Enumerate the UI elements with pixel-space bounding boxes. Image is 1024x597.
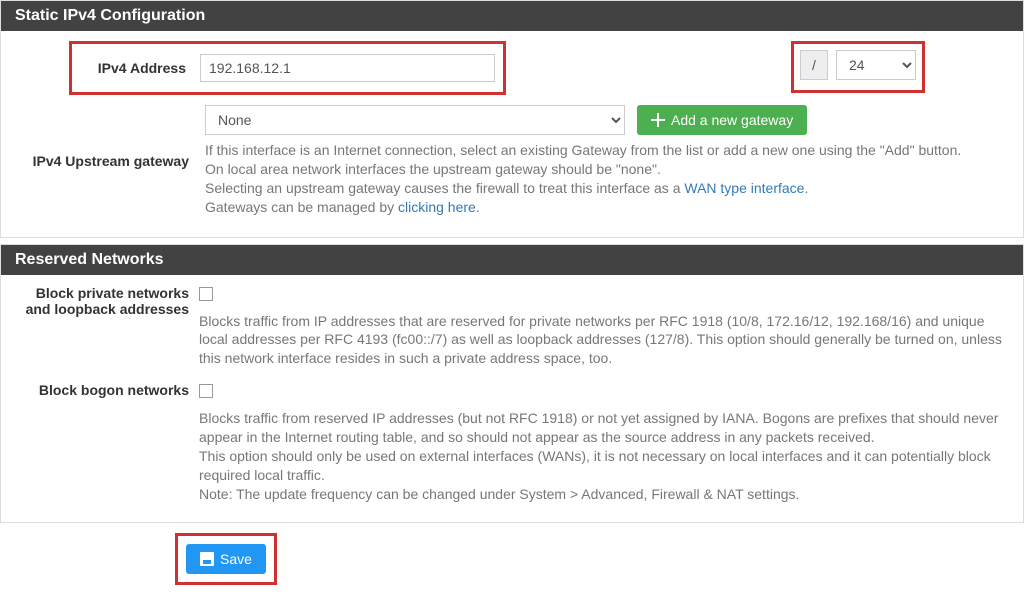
gateway-help-line1: If this interface is an Internet connect… (205, 141, 1009, 160)
reserved-networks-body: Block private networks and loopback addr… (1, 275, 1023, 522)
static-ipv4-panel: Static IPv4 Configuration IPv4 Address /… (0, 0, 1024, 238)
cidr-highlight-box: / 24 (791, 41, 925, 93)
block-private-description: Blocks traffic from IP addresses that ar… (199, 312, 1015, 369)
ipv4-address-label: IPv4 Address (80, 60, 200, 76)
gateway-help-line2: On local area network interfaces the ups… (205, 160, 1009, 179)
gateway-help-line4: Gateways can be managed by clicking here… (205, 198, 1009, 217)
cidr-select[interactable]: 24 (836, 50, 916, 80)
gateway-help: If this interface is an Internet connect… (205, 141, 1009, 217)
static-ipv4-body: IPv4 Address / 24 IPv4 Upstream gateway (1, 31, 1023, 237)
add-gateway-button-label: Add a new gateway (671, 112, 793, 128)
block-bogon-checkbox[interactable] (199, 384, 213, 398)
wan-type-interface-link[interactable]: WAN type interface (684, 180, 804, 196)
static-ipv4-heading: Static IPv4 Configuration (1, 1, 1023, 31)
gateway-select[interactable]: None (205, 105, 625, 135)
reserved-networks-heading: Reserved Networks (1, 245, 1023, 275)
block-bogon-label: Block bogon networks (9, 382, 199, 404)
ipv4-highlight-box: IPv4 Address (69, 41, 506, 95)
gateway-help-line3: Selecting an upstream gateway causes the… (205, 179, 1009, 198)
save-icon (200, 552, 214, 566)
block-private-label: Block private networks and loopback addr… (9, 285, 199, 323)
block-bogon-row: Block bogon networks Blocks traffic from… (9, 382, 1015, 503)
save-button[interactable]: Save (186, 544, 266, 574)
plus-icon (651, 113, 665, 127)
gateway-label: IPv4 Upstream gateway (9, 147, 199, 175)
actions-row: Save (0, 523, 1024, 597)
block-private-row: Block private networks and loopback addr… (9, 285, 1015, 369)
gateways-manage-link[interactable]: clicking here (398, 199, 476, 215)
block-private-checkbox[interactable] (199, 287, 213, 301)
block-bogon-description: Blocks traffic from reserved IP addresse… (199, 409, 1015, 503)
add-gateway-button[interactable]: Add a new gateway (637, 105, 807, 135)
ipv4-address-row: IPv4 Address / 24 (9, 41, 1015, 95)
save-highlight-box: Save (175, 533, 277, 585)
save-button-label: Save (220, 551, 252, 567)
cidr-slash-label: / (800, 50, 828, 80)
reserved-networks-panel: Reserved Networks Block private networks… (0, 244, 1024, 523)
gateway-row: IPv4 Upstream gateway None Add a new gat… (9, 103, 1015, 219)
ipv4-address-input[interactable] (200, 54, 495, 82)
